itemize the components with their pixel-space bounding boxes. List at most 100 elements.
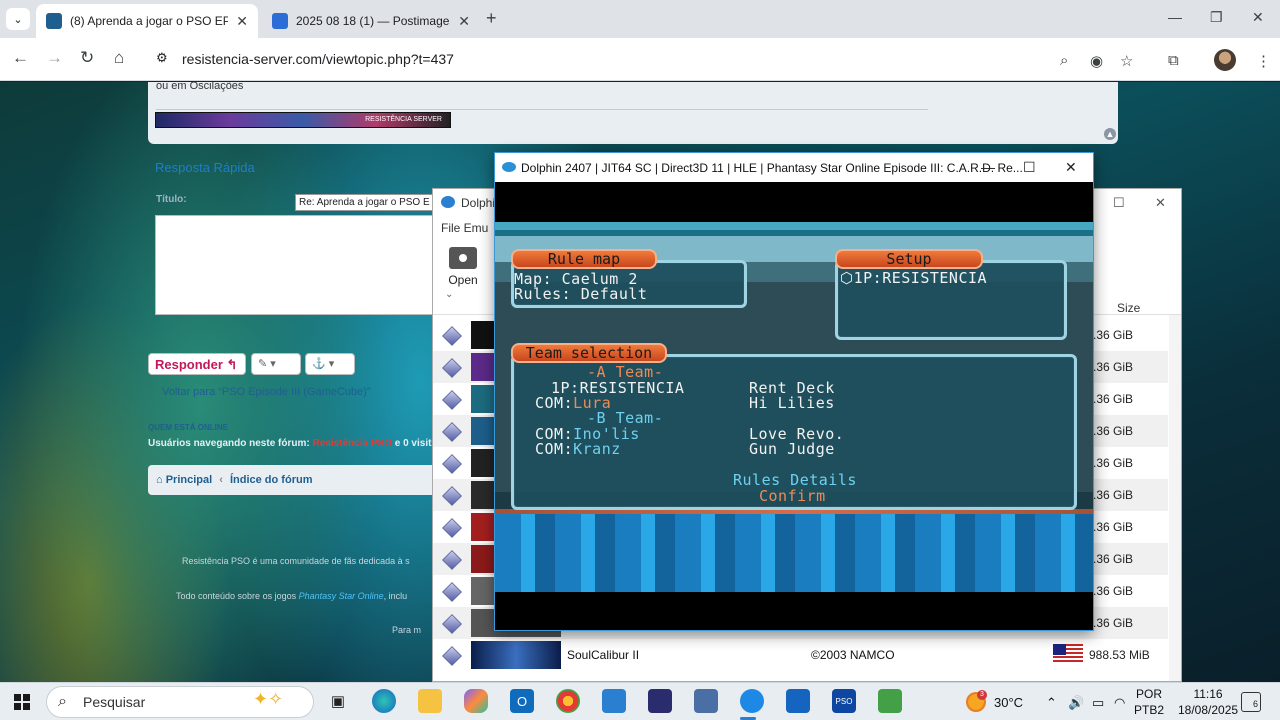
footer-line-3: Para m — [392, 625, 422, 635]
window-app-icon[interactable] — [786, 689, 810, 713]
clock[interactable]: 11:16 18/08/2025 — [1178, 686, 1238, 718]
temperature[interactable]: 30°C — [994, 695, 1023, 710]
setup-tab: Setup — [835, 249, 983, 269]
dolphin-menu-bar[interactable]: File Emu — [441, 221, 488, 235]
chrome-icon[interactable] — [556, 689, 580, 713]
clipboard-app-icon[interactable] — [878, 689, 902, 713]
moderation-dropdown-button[interactable]: ⚓ ▾ — [305, 353, 355, 375]
game-banner — [471, 641, 561, 669]
date: 18/08/2025 — [1178, 703, 1239, 717]
dolphin-icon[interactable] — [740, 689, 764, 713]
wifi-icon[interactable]: ◠ — [1114, 695, 1125, 711]
minimize-icon[interactable]: — — [981, 159, 995, 175]
tab-postimages[interactable]: 2025 08 18 (1) — Postimages ✕ — [262, 4, 480, 38]
chevron-down-icon: ⌄ — [13, 13, 23, 26]
game-row-soulcalibur[interactable]: SoulCalibur II ©2003 NAMCO 988.53 MiB — [433, 639, 1168, 671]
footer-suffix: , inclu — [383, 591, 408, 601]
address-bar[interactable]: ⚙ resistencia-server.com/viewtopic.php?t… — [146, 44, 1146, 74]
close-window-icon[interactable]: ✕ — [1252, 9, 1264, 26]
menu-dots-icon[interactable]: ⋮ — [1256, 52, 1271, 70]
subject-input[interactable]: Re: Aprenda a jogar o PSO E — [295, 194, 435, 211]
open-button[interactable]: Open — [441, 245, 485, 287]
footer-line-1: Resistência PSO é uma comunidade de fãs … — [182, 556, 410, 566]
chevron-down-icon[interactable]: ⌄ — [445, 289, 453, 300]
extensions-icon[interactable]: ⧉ — [1168, 52, 1179, 69]
com-prefix: COM: — [535, 394, 574, 412]
scroll-top-icon[interactable]: ▲ — [1104, 128, 1116, 140]
back-icon[interactable]: ← — [12, 48, 29, 68]
gamecube-icon — [442, 518, 462, 538]
back-to-forum-link[interactable]: Voltar para “PSO Episode III (GameCube)” — [162, 386, 370, 398]
new-tab-icon[interactable]: + — [486, 8, 497, 29]
task-view-icon[interactable]: ▣ — [326, 689, 350, 713]
copilot-icon[interactable] — [464, 689, 488, 713]
tab-forum[interactable]: (8) Aprenda a jogar o PSO EPIII ✕ — [36, 4, 258, 38]
online-user-link[interactable]: Resistência PSO — [312, 438, 391, 449]
breadcrumb-index[interactable]: Índice do fórum — [230, 474, 313, 486]
notification-icon[interactable]: 6 — [1241, 692, 1261, 712]
dolphin-icon — [441, 196, 455, 208]
reply-button[interactable]: Responder ↰ — [148, 353, 246, 375]
gamecube-icon — [442, 614, 462, 634]
restore-icon[interactable]: ❐ — [1210, 9, 1223, 26]
tab-title: (8) Aprenda a jogar o PSO EPIII — [70, 14, 229, 28]
close-tab-icon[interactable]: ✕ — [458, 13, 470, 30]
close-tab-icon[interactable]: ✕ — [236, 13, 248, 30]
network-app-icon[interactable] — [694, 689, 718, 713]
bookmark-star-icon[interactable]: ☆ — [1120, 52, 1133, 70]
app-icon[interactable] — [648, 689, 672, 713]
battery-icon[interactable]: ▭ — [1092, 695, 1104, 711]
postimages-favicon-icon — [272, 13, 288, 29]
language-indicator[interactable]: POR PTB2 — [1134, 686, 1164, 718]
gamecube-icon — [442, 454, 462, 474]
size-column-header[interactable]: Size — [1117, 301, 1140, 315]
home-icon[interactable]: ⌂ — [114, 48, 124, 68]
outlook-icon[interactable]: O — [510, 689, 534, 713]
breadcrumb-separator: ‹ — [219, 474, 223, 486]
game-size: 988.53 MiB — [1089, 648, 1150, 662]
scrollbar[interactable] — [1169, 315, 1181, 681]
zoom-icon[interactable]: ⌕ — [1060, 52, 1068, 69]
site-settings-icon[interactable]: ⚙ — [156, 50, 168, 66]
close-window-icon[interactable]: ✕ — [1155, 195, 1166, 211]
game-size: .36 GiB — [1093, 520, 1134, 534]
tools-dropdown-button[interactable]: ✎ ▾ — [251, 353, 301, 375]
forward-icon[interactable]: → — [46, 48, 63, 68]
reload-icon[interactable]: ↻ — [80, 48, 94, 68]
pso-app-icon[interactable]: PSO — [832, 689, 856, 713]
taskbar-search[interactable]: ⌕ Pesquisar ✦✧ — [46, 686, 314, 718]
subject-label: Título: — [156, 194, 187, 205]
gamecube-icon — [442, 422, 462, 442]
game-screen[interactable]: Rule map Map: Caelum 2 Rules: Default Se… — [495, 222, 1093, 592]
time: 11:16 — [1193, 687, 1223, 701]
gamecube-icon — [442, 358, 462, 378]
tab-search-button[interactable]: ⌄ — [6, 8, 30, 30]
volume-icon[interactable]: 🔊 — [1068, 695, 1084, 711]
game-size: .36 GiB — [1093, 552, 1134, 566]
confirm-option[interactable]: Confirm — [759, 488, 826, 504]
breadcrumb-principal[interactable]: Principal — [166, 474, 212, 486]
player-slot-icon: ⬡ — [840, 269, 854, 287]
b-team-heading: -B Team- — [587, 409, 664, 427]
signature-banner[interactable]: RESISTÊNCIA SERVER — [155, 112, 451, 128]
profile-avatar[interactable] — [1214, 49, 1236, 71]
game-size: .36 GiB — [1093, 616, 1134, 630]
rules-details-option[interactable]: Rules Details — [733, 472, 857, 488]
a-team-com-deck[interactable]: Hi Lilies — [749, 395, 835, 411]
maximize-icon[interactable]: ☐ — [1023, 159, 1036, 176]
start-icon[interactable] — [14, 694, 30, 710]
minimize-icon[interactable]: — — [1168, 9, 1182, 25]
game-size: .36 GiB — [1093, 424, 1134, 438]
windows-taskbar: ⌕ Pesquisar ✦✧ ▣ O PSO 3 30°C ⌃ 🔊 ▭ ◠ PO… — [0, 682, 1280, 720]
maximize-icon[interactable]: ☐ — [1113, 195, 1125, 211]
store-icon[interactable] — [602, 689, 626, 713]
file-explorer-icon[interactable] — [418, 689, 442, 713]
b-team-com-2-deck[interactable]: Gun Judge — [749, 441, 835, 457]
edge-icon[interactable] — [372, 689, 396, 713]
message-textarea[interactable] — [155, 215, 435, 315]
b-team-com-2[interactable]: COM:Kranz — [535, 441, 621, 457]
com-prefix: COM: — [535, 440, 574, 458]
close-window-icon[interactable]: ✕ — [1065, 159, 1077, 176]
eye-slash-icon[interactable]: ◉ — [1090, 52, 1103, 70]
chevron-up-icon[interactable]: ⌃ — [1046, 695, 1057, 711]
